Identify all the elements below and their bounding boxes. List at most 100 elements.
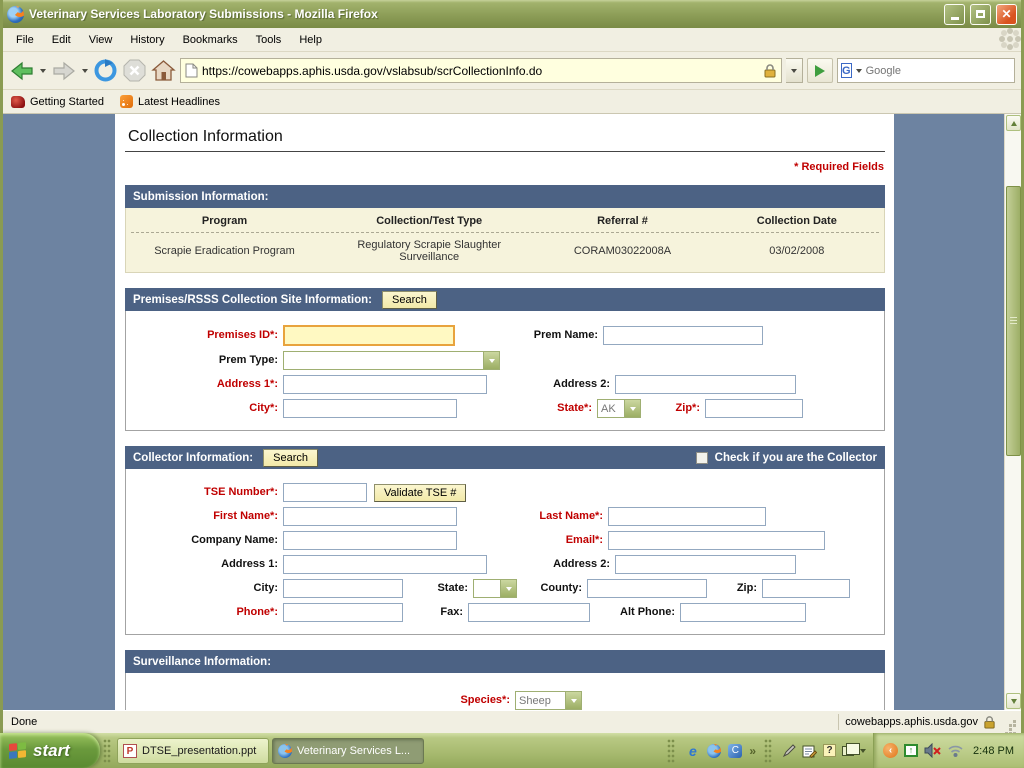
taskbar-item-firefox[interactable]: Veterinary Services L... — [272, 738, 424, 764]
menu-bookmarks[interactable]: Bookmarks — [174, 30, 247, 50]
start-button[interactable]: start — [0, 733, 100, 768]
species-select[interactable]: Sheep — [515, 691, 582, 710]
powerpoint-icon — [123, 744, 137, 758]
premises-state-select[interactable]: AK — [597, 399, 641, 418]
toolbar-handle[interactable] — [764, 739, 772, 763]
url-history-dropdown[interactable] — [786, 58, 803, 83]
back-history-dropdown[interactable] — [40, 69, 46, 73]
premises-id-input[interactable] — [283, 325, 455, 346]
search-engine-dropdown[interactable] — [856, 69, 862, 73]
collector-zip-input[interactable] — [762, 579, 850, 598]
last-name-input[interactable] — [608, 507, 766, 526]
windows-layers-icon[interactable] — [842, 746, 854, 756]
county-input[interactable] — [587, 579, 707, 598]
toolbar-handle[interactable] — [103, 739, 111, 763]
fax-input[interactable] — [468, 603, 590, 622]
bookmarks-toolbar: Getting Started Latest Headlines — [3, 90, 1021, 114]
messenger-icon[interactable]: C — [728, 744, 742, 758]
collector-self-checkbox[interactable] — [696, 452, 708, 464]
collector-address1-input[interactable] — [283, 555, 487, 574]
taskbar-clock[interactable]: 2:48 PM — [973, 745, 1014, 757]
back-button[interactable] — [9, 59, 35, 83]
taskbar-item-powerpoint[interactable]: DTSE_presentation.ppt — [117, 738, 269, 764]
menu-history[interactable]: History — [121, 30, 173, 50]
resize-grip[interactable] — [1005, 716, 1017, 728]
status-bar: Done cowebapps.aphis.usda.gov — [3, 710, 1021, 733]
pen-icon[interactable] — [782, 744, 796, 758]
menu-file[interactable]: File — [7, 30, 43, 50]
menu-help[interactable]: Help — [290, 30, 331, 50]
submission-header-label: Submission Information: — [133, 191, 268, 203]
collector-search-button[interactable]: Search — [263, 449, 318, 467]
scroll-up-button[interactable] — [1006, 115, 1021, 131]
phone-input[interactable] — [283, 603, 403, 622]
notes-icon[interactable] — [802, 744, 817, 758]
windows-logo-icon — [9, 742, 27, 760]
quick-launch-zone: e C » ? — [664, 739, 866, 763]
reload-button[interactable] — [93, 58, 118, 83]
bookmark-latest-headlines[interactable]: Latest Headlines — [120, 95, 220, 108]
required-fields-note: * Required Fields — [125, 161, 884, 173]
collector-address2-input[interactable] — [615, 555, 796, 574]
forward-history-dropdown[interactable] — [82, 69, 88, 73]
muted-speaker-icon[interactable] — [924, 743, 941, 758]
menu-tools[interactable]: Tools — [247, 30, 291, 50]
url-input[interactable] — [202, 64, 759, 78]
first-name-label: First Name*: — [126, 510, 283, 523]
firefox-window: Veterinary Services Laboratory Submissio… — [0, 0, 1024, 733]
bookmark-getting-started[interactable]: Getting Started — [11, 96, 104, 108]
scrollbar-thumb[interactable] — [1006, 186, 1021, 456]
premises-zip-input[interactable] — [705, 399, 803, 418]
alt-phone-input[interactable] — [680, 603, 806, 622]
company-name-label: Company Name: — [126, 534, 283, 547]
premises-address2-input[interactable] — [615, 375, 796, 394]
chevron-up-icon — [1011, 121, 1017, 126]
overflow-chevron-icon[interactable]: » — [749, 744, 754, 758]
minimize-button[interactable] — [944, 4, 965, 25]
prem-type-select[interactable] — [283, 351, 500, 370]
firefox-quicklaunch-icon[interactable] — [707, 744, 721, 758]
menu-view[interactable]: View — [80, 30, 122, 50]
go-button[interactable] — [807, 58, 833, 83]
page-title: Collection Information — [125, 124, 885, 152]
premises-city-input[interactable] — [283, 399, 457, 418]
prem-name-input[interactable] — [603, 326, 763, 345]
first-name-input[interactable] — [283, 507, 457, 526]
upload-status-icon[interactable]: ↑ — [904, 744, 918, 757]
prem-type-label: Prem Type: — [126, 354, 283, 367]
maximize-button[interactable] — [970, 4, 991, 25]
forward-button[interactable] — [51, 59, 77, 83]
scroll-down-button[interactable] — [1006, 693, 1021, 709]
search-bar[interactable]: G — [837, 58, 1015, 83]
toolbar-handle[interactable] — [667, 739, 675, 763]
company-name-input[interactable] — [283, 531, 457, 550]
tse-number-label: TSE Number*: — [126, 486, 283, 499]
collector-state-select[interactable] — [473, 579, 517, 598]
search-input[interactable] — [866, 65, 1008, 77]
menu-edit[interactable]: Edit — [43, 30, 80, 50]
premises-address1-input[interactable] — [283, 375, 487, 394]
url-bar[interactable] — [180, 58, 782, 83]
hide-icons-chevron[interactable]: ‹ — [883, 743, 898, 758]
collector-city-input[interactable] — [283, 579, 403, 598]
help-icon[interactable]: ? — [823, 744, 836, 757]
cell-collection-test-type: Regulatory Scrapie Slaughter Surveillanc… — [323, 239, 535, 263]
surveillance-header-label: Surveillance Information: — [133, 656, 271, 668]
google-logo-icon[interactable]: G — [841, 63, 852, 78]
close-button[interactable]: ✕ — [996, 4, 1017, 25]
firefox-icon — [278, 744, 292, 758]
internet-explorer-icon[interactable]: e — [685, 743, 700, 758]
wireless-icon[interactable] — [947, 743, 964, 758]
alt-phone-label: Alt Phone: — [590, 606, 680, 619]
chevron-down-icon[interactable] — [860, 749, 866, 753]
stop-button[interactable] — [122, 58, 147, 83]
tse-number-input[interactable] — [283, 483, 367, 502]
vertical-scrollbar[interactable] — [1004, 114, 1021, 710]
validate-tse-button[interactable]: Validate TSE # — [374, 484, 466, 502]
premises-form: Premises ID*: Prem Name: Prem Type: Addr… — [125, 311, 885, 431]
premises-search-button[interactable]: Search — [382, 291, 437, 309]
submission-table: Program Collection/Test Type Referral # … — [125, 208, 885, 273]
home-button[interactable] — [151, 59, 176, 83]
email-input[interactable] — [608, 531, 825, 550]
rss-icon — [120, 95, 133, 108]
